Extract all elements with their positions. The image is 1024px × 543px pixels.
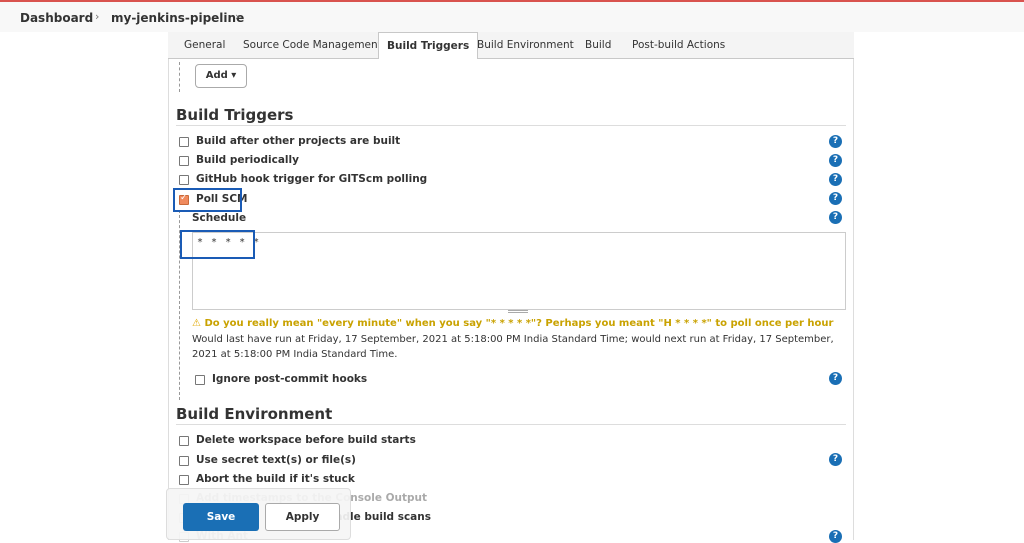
checkbox-github-hook[interactable] [179, 175, 189, 185]
dashed-connector [179, 62, 180, 92]
help-icon[interactable]: ? [829, 530, 842, 543]
help-icon[interactable]: ? [829, 135, 842, 148]
schedule-warning: ⚠ Do you really mean "every minute" when… [192, 318, 833, 329]
checkbox-build-periodically[interactable] [179, 156, 189, 166]
schedule-info: Would last have run at Friday, 17 Septem… [192, 334, 834, 360]
tab-build-triggers[interactable]: Build Triggers [378, 32, 479, 60]
checkbox-build-after-other[interactable] [179, 137, 189, 147]
tab-post-build-actions[interactable]: Post-build Actions [624, 32, 733, 59]
section-title-build-environment: Build Environment [176, 405, 333, 423]
section-divider [176, 125, 846, 126]
option-label: Delete workspace before build starts [196, 434, 416, 446]
save-button[interactable]: Save [183, 503, 259, 531]
section-title-build-triggers: Build Triggers [176, 106, 294, 124]
apply-button[interactable]: Apply [265, 503, 340, 531]
breadcrumb-project[interactable]: my-jenkins-pipeline [111, 11, 244, 25]
option-label: Build after other projects are built [196, 135, 401, 147]
warning-icon: ⚠ [192, 318, 201, 329]
help-icon[interactable]: ? [829, 192, 842, 205]
tab-build-environment[interactable]: Build Environment [469, 32, 582, 59]
textarea-resize-handle[interactable] [508, 310, 528, 313]
warning-text: Do you really mean "every minute" when y… [204, 318, 834, 329]
schedule-label: Schedule [192, 212, 247, 224]
checkbox-delete-workspace[interactable] [179, 436, 189, 446]
tab-general[interactable]: General [176, 32, 233, 59]
option-label: Ignore post-commit hooks [212, 373, 368, 385]
help-icon[interactable]: ? [829, 173, 842, 186]
option-label: GitHub hook trigger for GITScm polling [196, 173, 428, 185]
checkbox-use-secret[interactable] [179, 456, 189, 466]
tab-build[interactable]: Build [577, 32, 619, 59]
help-icon[interactable]: ? [829, 372, 842, 385]
add-button[interactable]: Add ▾ [195, 64, 247, 88]
option-label: Build periodically [196, 154, 299, 166]
schedule-highlight [180, 230, 255, 259]
tab-source-code-management[interactable]: Source Code Management [235, 32, 390, 59]
option-label: Use secret text(s) or file(s) [196, 454, 356, 466]
option-label: Abort the build if it's stuck [196, 473, 355, 485]
schedule-textarea[interactable] [192, 232, 846, 310]
breadcrumb-separator: › [95, 10, 100, 23]
poll-scm-highlight [173, 188, 242, 212]
help-icon[interactable]: ? [829, 453, 842, 466]
checkbox-abort-stuck[interactable] [179, 475, 189, 485]
breadcrumb-bar: Dashboard › my-jenkins-pipeline › [0, 0, 1024, 32]
checkbox-ignore-post-commit[interactable] [195, 375, 205, 385]
breadcrumb-dashboard[interactable]: Dashboard [20, 11, 93, 25]
help-icon[interactable]: ? [829, 154, 842, 167]
config-tabs: General Source Code Management Build Tri… [168, 32, 854, 60]
section-divider [176, 424, 846, 425]
breadcrumb-separator-2[interactable]: › [235, 10, 239, 23]
help-icon[interactable]: ? [829, 211, 842, 224]
